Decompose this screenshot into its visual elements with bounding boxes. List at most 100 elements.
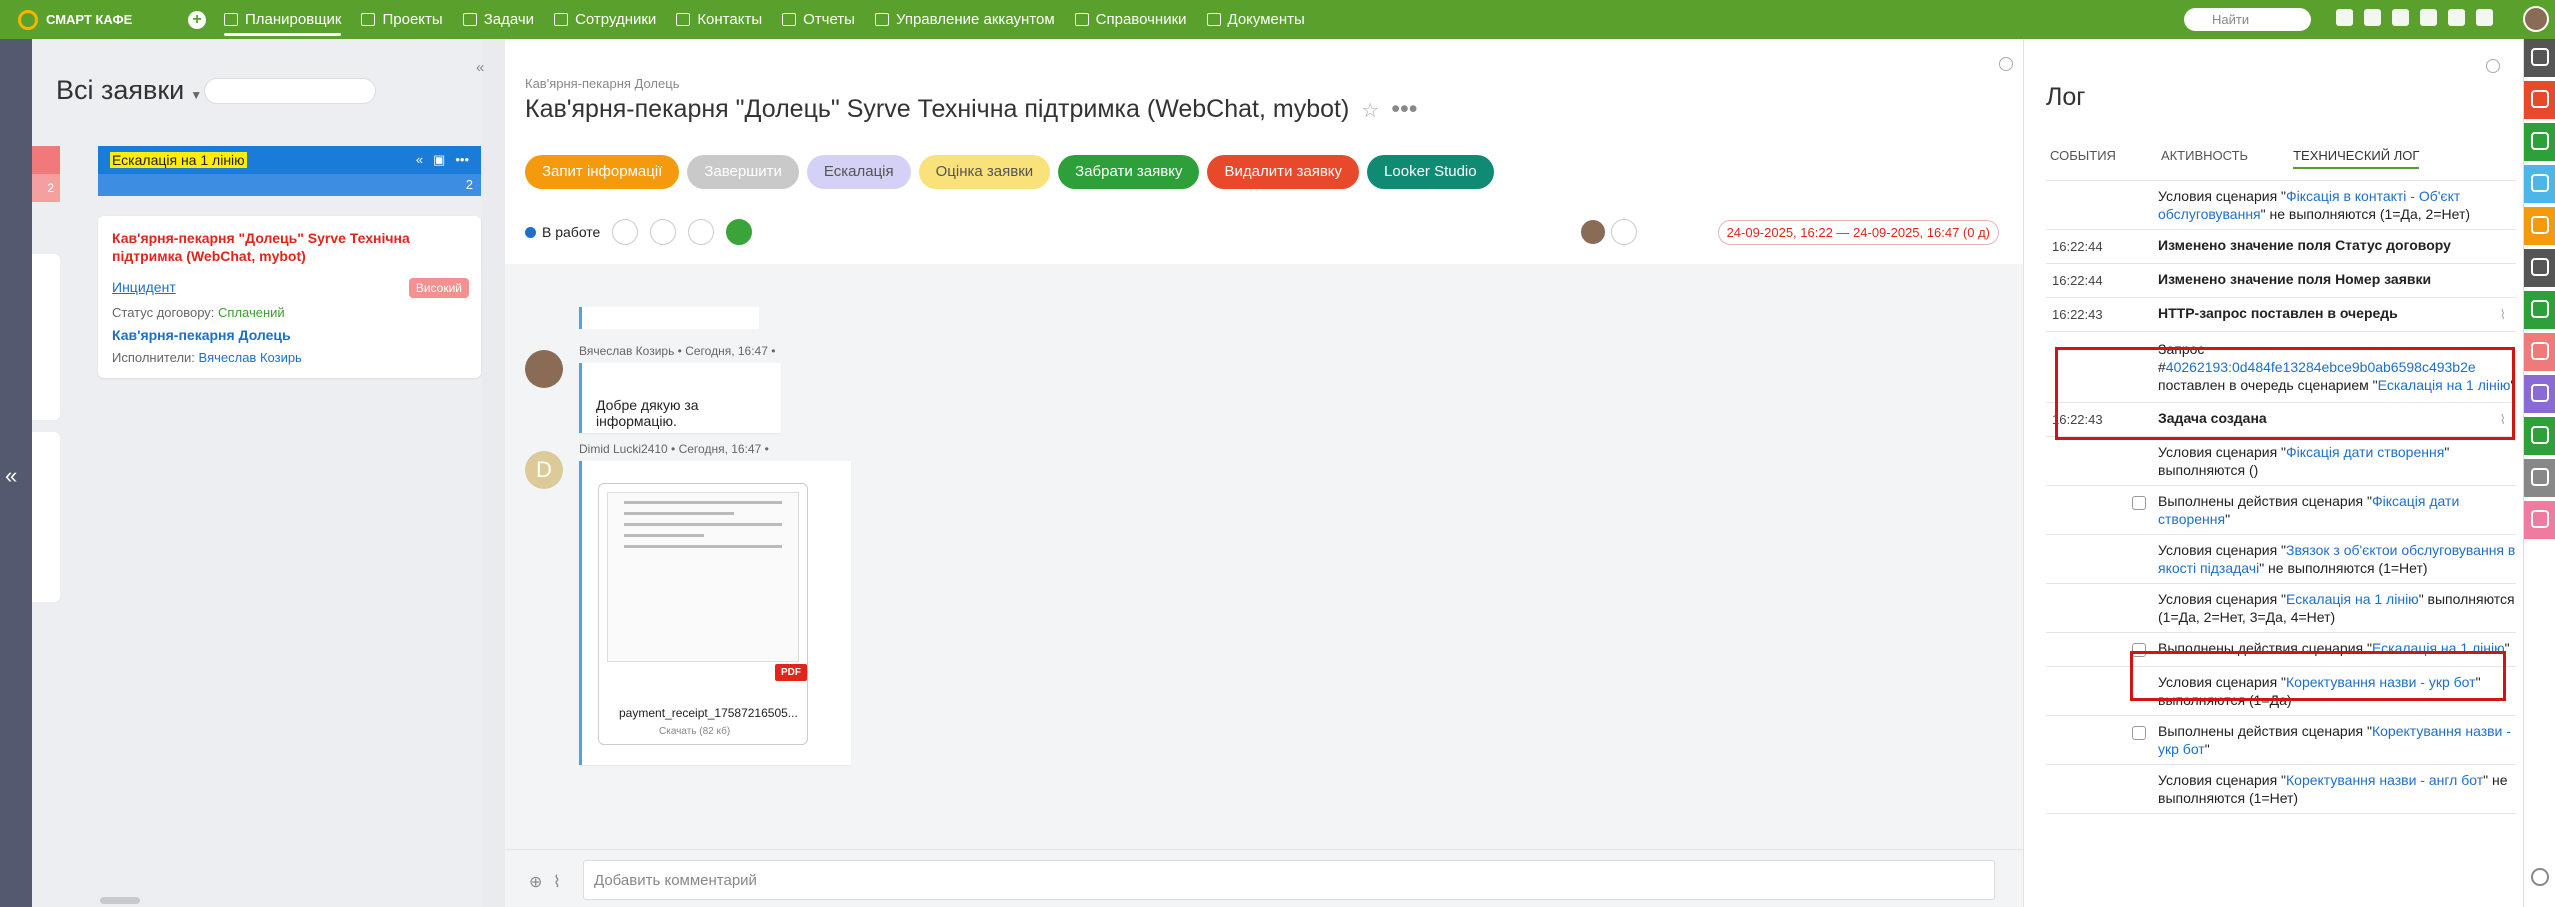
rocket-icon[interactable] [2364,9,2381,26]
stats-icon[interactable] [2524,375,2555,413]
card-type[interactable]: Инцидент [112,279,176,295]
card-org[interactable]: Кав'ярня-пекарня Долець [112,327,467,343]
pdf-icon: PDF [775,664,807,681]
file-name[interactable]: payment_receipt_17587216505... [619,706,798,720]
rate-button[interactable]: Оцінка заявки [918,155,1051,189]
compass-icon[interactable] [650,219,677,245]
nav-planner[interactable]: Планировщик [224,0,342,39]
add-icon[interactable]: ⊕ [529,872,542,892]
log-row: 16:22:44 Изменено значение поля Статус до… [2046,230,2516,264]
pin-icon[interactable] [2524,39,2555,77]
tab-activity[interactable]: АКТИВНОСТЬ [2161,148,2248,169]
bell-icon-glyph [2531,216,2549,234]
nav-directories[interactable]: Справочники [1074,0,1187,39]
file-icon[interactable] [2524,165,2555,203]
request-info-button[interactable]: Запит інформації [525,155,680,189]
contact-icon[interactable] [2524,333,2555,371]
file-attachment[interactable]: PDF payment_receipt_17587216505... Скача… [598,483,808,745]
card-title[interactable]: Кав'ярня-пекарня "Долець" Syrve Технічна… [112,229,467,265]
column-count: 2 [98,174,481,196]
request-card[interactable]: Кав'ярня-пекарня "Долець" Syrve Технічна… [98,216,481,378]
close-icon[interactable] [1999,57,2013,71]
add-icon[interactable]: + [188,10,206,29]
key-icon[interactable] [2524,291,2555,329]
highlight-box [2055,347,2515,440]
nav-employees[interactable]: Сотрудники [554,0,656,39]
delete-button[interactable]: Видалити заявку [1207,155,1360,189]
message-bubble [579,307,759,329]
chart-icon-glyph [2531,468,2549,486]
collapse-column-icon[interactable]: « [416,152,423,168]
assignee-avatar[interactable] [1581,220,1605,244]
attach-icon[interactable]: ⌇ [553,872,561,892]
global-search-input[interactable]: Найти [2184,8,2311,31]
list-icon[interactable] [612,219,639,245]
monitor-icon[interactable] [2524,81,2555,119]
download-link[interactable]: Скачать (82 кб) [659,726,730,737]
attachment-icon[interactable]: ⌇ [2500,306,2506,324]
star-icon[interactable]: ☆ [1361,100,1379,122]
menu-icon[interactable] [2336,9,2353,26]
nav-tasks[interactable]: Задачи [462,0,534,39]
layers-icon[interactable] [2448,9,2465,26]
more-icon[interactable]: ••• [1391,95,1417,123]
looker-studio-button[interactable]: Looker Studio [1367,155,1494,189]
chart-icon[interactable] [2524,459,2555,497]
clock-icon[interactable] [2524,501,2555,539]
collapse-icon[interactable]: « [476,59,484,76]
tab-technical-log[interactable]: ТЕХНИЧЕСКИЙ ЛОГ [2293,148,2420,169]
search-icon[interactable] [1611,219,1637,245]
breadcrumb[interactable]: Кав'ярня-пекарня Долець [525,76,679,91]
status-row: В работе 24-09-2025, 16:22 — 24-09-2025,… [525,219,2015,245]
action-icon [2132,726,2146,740]
nav-documents[interactable]: Документы [1206,0,1305,39]
task-title: Кав'ярня-пекарня "Долець" Syrve Технічна… [525,95,1418,123]
user-avatar[interactable] [2523,6,2549,32]
horizontal-scrollbar[interactable] [100,897,140,904]
more-icon[interactable]: ••• [455,152,469,168]
comment-bar: ⊕ ⌇ Добавить комментарий [505,849,2023,907]
clipboard-icon-glyph [2531,258,2549,276]
take-button[interactable]: Забрати заявку [1058,155,1200,189]
users-icon[interactable] [2476,9,2493,26]
check-circle-icon[interactable] [688,219,715,245]
list-title[interactable]: Всі заявки ▼ [56,75,202,106]
clipboard-icon[interactable] [2524,249,2555,287]
prev-column-card[interactable] [32,432,60,602]
brand-logo[interactable]: СМАРТ КАФЕ [18,9,188,30]
nav-account[interactable]: Управление аккаунтом [874,0,1055,39]
right-rail [2523,39,2555,907]
escalate-button[interactable]: Ескалація [806,155,911,189]
link-icon-glyph [2531,132,2549,150]
expand-icon[interactable]: « [5,463,17,489]
nav-reports[interactable]: Отчеты [782,0,855,39]
help-icon[interactable] [2420,9,2437,26]
column-header[interactable]: Ескалація на 1 лінію « ▣ ••• [98,146,481,174]
tab-events[interactable]: СОБЫТИЯ [2050,148,2116,169]
link-icon[interactable] [2524,123,2555,161]
directories-icon [1074,13,1089,26]
status-dot-icon [525,226,536,238]
log-row: Выполнены действия сценария "Фіксація да… [2046,486,2516,535]
log-row: Условия сценария "Коректування назви - а… [2046,765,2516,814]
gear-icon[interactable] [2524,859,2555,897]
file-icon-glyph [2531,174,2549,192]
moon-icon[interactable] [2392,9,2409,26]
chat-icon[interactable] [726,219,753,245]
status-selector[interactable]: В работе [525,224,600,240]
prev-column-count: 2 [32,174,60,202]
log-row: Условия сценария "Фіксація в контакті - … [2046,181,2516,230]
contacts-icon [676,13,691,26]
date-range[interactable]: 24-09-2025, 16:22 — 24-09-2025, 16:47 (0… [1717,219,1999,245]
finish-button[interactable]: Завершити [687,155,799,189]
nav-contacts[interactable]: Контакты [676,0,762,39]
list-search-input[interactable] [204,78,376,104]
send-icon[interactable] [2524,417,2555,455]
comment-input[interactable]: Добавить комментарий [583,860,1995,900]
nav-projects[interactable]: Проекты [361,0,443,39]
bell-icon[interactable] [2524,207,2555,245]
prev-column-card[interactable] [32,254,60,420]
expand-column-icon[interactable]: ▣ [433,152,445,168]
close-icon[interactable] [2486,59,2500,73]
key-icon-glyph [2531,300,2549,318]
